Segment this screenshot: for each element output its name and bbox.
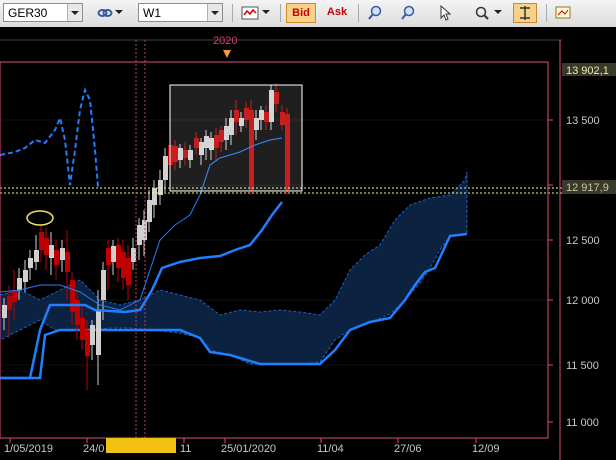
x-tick-label: 12/09 (472, 443, 500, 455)
candle-body (39, 232, 44, 250)
bid-button[interactable]: Bid (286, 3, 316, 23)
candle-body (152, 188, 157, 205)
autoscroll-button[interactable] (513, 3, 537, 23)
x-tick-label: 25/01/2020 (221, 443, 276, 455)
bid-label: Bid (292, 7, 310, 19)
candle-body (80, 318, 85, 340)
x-tick-label: 27/06 (394, 443, 422, 455)
candle-body (126, 258, 131, 285)
cursor-icon[interactable] (437, 5, 453, 21)
candle-body (49, 245, 54, 258)
separator (232, 4, 233, 22)
symbol-value: GER30 (8, 6, 48, 20)
chevron-down-icon[interactable] (207, 4, 222, 21)
candle-body (111, 246, 116, 262)
candle-body (163, 156, 168, 180)
chevron-down-icon[interactable] (67, 4, 82, 21)
x-tick-label: 24/0 (83, 443, 104, 455)
y-tick-label: 12 500 (566, 235, 600, 247)
separator (280, 4, 281, 22)
y-tick-label: 12 000 (566, 295, 600, 307)
candle-body (7, 296, 12, 310)
candle-body (137, 225, 142, 245)
x-tick-label: 11/04 (317, 443, 344, 455)
candle-body (17, 278, 22, 290)
crosshair-date-tag (106, 438, 176, 453)
candle-body (121, 252, 126, 278)
toolbar: GER30 W1 Bid Ask (0, 0, 616, 28)
chart-type-icon[interactable] (241, 5, 259, 21)
y-tick-label: 11 500 (566, 360, 599, 372)
magnifier-icon[interactable] (474, 5, 490, 21)
candle-body (23, 270, 28, 282)
ask-button[interactable]: Ask (322, 3, 352, 23)
candle-body (2, 305, 7, 318)
ask-label: Ask (326, 6, 348, 18)
separator (546, 4, 547, 22)
zoom-dropdown-icon[interactable] (494, 10, 502, 14)
candle-body (28, 258, 33, 268)
candle-body (106, 248, 111, 265)
top-price-label: 13 902,1 (566, 65, 609, 77)
candle-body (90, 325, 95, 345)
y-tick-label: 13 500 (566, 115, 600, 127)
x-tick-label: 11 (180, 443, 191, 455)
candle-body (54, 250, 59, 265)
candle-body (12, 290, 17, 302)
candle-body (65, 252, 70, 272)
candle-body (131, 248, 136, 262)
candle-body (70, 280, 75, 312)
candle-body (34, 250, 39, 262)
chart-type-dropdown-icon[interactable] (262, 10, 270, 14)
templates-icon[interactable] (555, 5, 573, 21)
candle-body (85, 330, 90, 356)
symbol-select[interactable]: GER30 (3, 3, 83, 22)
selection-box[interactable] (169, 84, 303, 192)
zoom-out-icon[interactable] (400, 5, 416, 21)
price-chart[interactable]: 2020 13 50013 00012 50012 00011 50011 00… (0, 27, 616, 460)
x-tick-label: 1/05/2019 (4, 443, 53, 455)
candle-body (116, 245, 121, 268)
candle-body (147, 200, 152, 222)
crosshair-icon (520, 6, 530, 20)
candle-body (101, 270, 106, 300)
link-dropdown-icon[interactable] (115, 10, 123, 14)
candle-body (96, 310, 101, 355)
separator (358, 4, 359, 22)
zoom-in-icon[interactable] (367, 5, 383, 21)
y-tick-label: 11 000 (566, 417, 599, 429)
candle-body (44, 238, 49, 255)
year-marker: 2020 (213, 35, 237, 47)
current-price-label: 12 917,9 (566, 182, 609, 194)
link-icon[interactable] (97, 5, 113, 21)
timeframe-select[interactable]: W1 (138, 3, 223, 22)
candle-body (60, 248, 65, 260)
timeframe-value: W1 (143, 6, 161, 20)
